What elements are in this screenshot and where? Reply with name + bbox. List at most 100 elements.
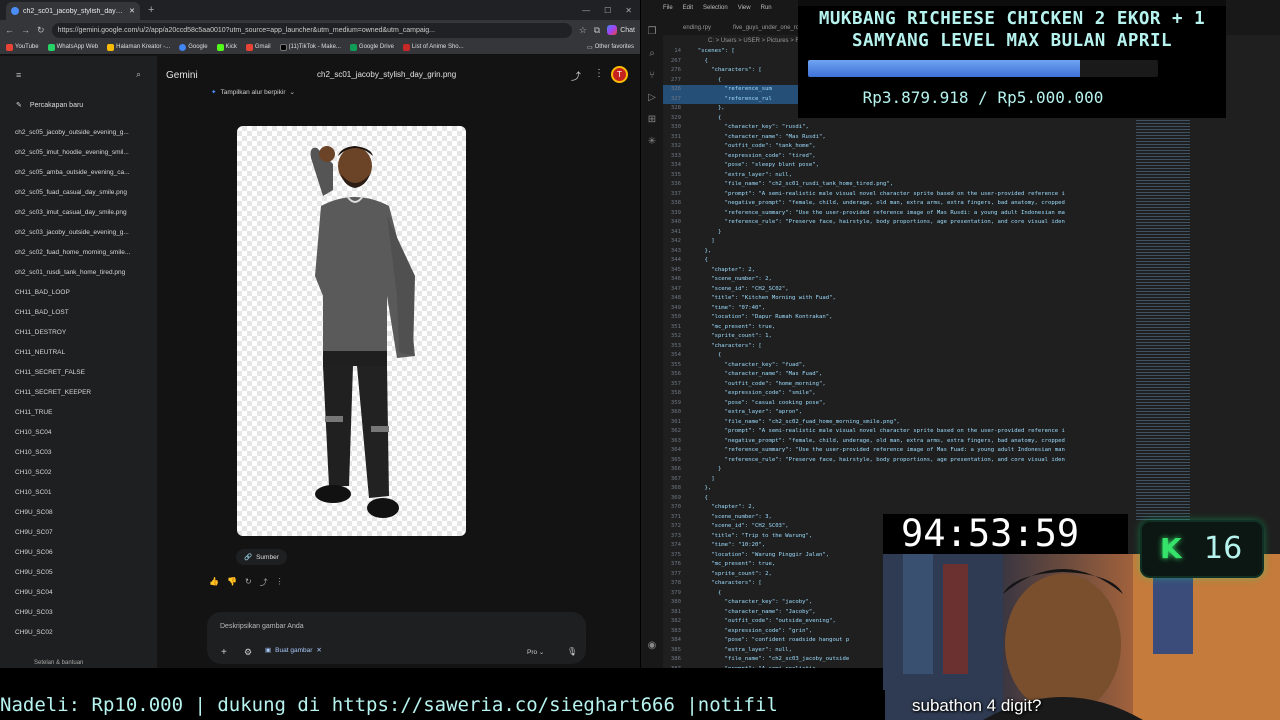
code-line[interactable]: 350 "location": "Dapur Rumah Kontrakan", — [663, 313, 1133, 323]
extensions-icon[interactable]: ⊞ — [646, 114, 658, 126]
code-line[interactable]: 331 "character_name": "Mas Rusdi", — [663, 133, 1133, 143]
code-line[interactable]: 348 "title": "Kitchen Morning with Fuad"… — [663, 294, 1133, 304]
minimize-icon[interactable]: — — [582, 6, 590, 15]
menu-edit[interactable]: Edit — [683, 5, 693, 11]
sidebar-chat-item[interactable]: CH9U_SC08 — [15, 506, 150, 526]
sidebar-chat-item[interactable]: CH9U_SC05 — [15, 566, 150, 586]
source-control-icon[interactable]: ⑂ — [646, 70, 658, 82]
regenerate-icon[interactable]: ↻ — [245, 577, 252, 588]
code-line[interactable]: 345 "chapter": 2, — [663, 266, 1133, 276]
code-line[interactable]: 361 "file_name": "ch2_sc02_fuad_home_mor… — [663, 418, 1133, 428]
sidebar-chat-item[interactable]: CH9U_SC07 — [15, 526, 150, 546]
bookmark-creator[interactable]: Halaman Kreator -... — [107, 43, 170, 51]
chat-button[interactable]: Chat — [607, 25, 635, 35]
remove-chip-icon[interactable]: ✕ — [316, 646, 321, 654]
code-line[interactable]: 364 "reference_summary": "Use the user-p… — [663, 446, 1133, 456]
code-line[interactable]: 338 "negative_prompt": "female, child, u… — [663, 199, 1133, 209]
bookmark-star-icon[interactable]: ☆ — [579, 25, 587, 36]
minimap[interactable] — [1136, 120, 1190, 520]
code-line[interactable]: 357 "outfit_code": "home_morning", — [663, 380, 1133, 390]
sidebar-chat-item[interactable]: CH10_SC04 — [15, 426, 150, 446]
sidebar-chat-item[interactable]: CH11_BAD_LOST — [15, 306, 150, 326]
code-line[interactable]: 351 "mc_present": true, — [663, 323, 1133, 333]
bookmark-drive[interactable]: Google Drive — [349, 43, 394, 51]
bookmark-youtube[interactable]: YouTube — [6, 43, 39, 51]
code-line[interactable]: 333 "expression_code": "tired", — [663, 152, 1133, 162]
new-chat-button[interactable]: ✎ Percakapan baru — [16, 101, 83, 110]
forward-icon[interactable]: → — [21, 25, 30, 35]
code-line[interactable]: 363 "negative_prompt": "female, child, u… — [663, 437, 1133, 447]
bookmark-whatsapp[interactable]: WhatsApp Web — [47, 43, 98, 51]
back-icon[interactable]: ← — [5, 25, 14, 35]
bookmark-gmail[interactable]: Gmail — [245, 43, 271, 51]
explorer-icon[interactable]: ❐ — [646, 26, 658, 38]
code-line[interactable]: 352 "sprite_count": 1, — [663, 332, 1133, 342]
menu-run[interactable]: Run — [761, 5, 772, 11]
url-field[interactable]: https://gemini.google.com/u/2/app/a20ccd… — [51, 22, 572, 38]
code-line[interactable]: 334 "pose": "sleepy blunt pose", — [663, 161, 1133, 171]
code-line[interactable]: 365 "reference_rule": "Preserve face, ha… — [663, 456, 1133, 466]
sidebar-chat-item[interactable]: ch2_sc01_rusdi_tank_home_tired.png — [15, 266, 150, 286]
menu-icon[interactable]: ≡ — [16, 70, 21, 80]
code-line[interactable]: 336 "file_name": "ch2_sc01_rusdi_tank_ho… — [663, 180, 1133, 190]
run-debug-icon[interactable]: ▷ — [646, 92, 658, 104]
bookmark-kick[interactable]: Kick — [216, 43, 237, 51]
bookmark-google[interactable]: Google — [179, 43, 208, 51]
model-selector[interactable]: Pro ⌄ — [527, 648, 544, 656]
sidebar-chat-item[interactable]: ch2_sc05_imut_hoodie_evening_smil... — [15, 146, 150, 166]
settings-help[interactable]: Setelan & bantuan — [34, 660, 83, 666]
sidebar-chat-item[interactable]: CH9U_SC06 — [15, 546, 150, 566]
menu-selection[interactable]: Selection — [703, 5, 728, 11]
extensions-icon[interactable]: ⧉ — [594, 25, 600, 36]
thumbs-down-icon[interactable]: 👎 — [227, 577, 237, 588]
other-favorites[interactable]: ▭ Other favorites — [587, 44, 634, 51]
tools-icon[interactable]: ⚙ — [244, 647, 252, 658]
microphone-icon[interactable]: 🎙 — [567, 647, 577, 656]
sidebar-chat-item[interactable]: ch2_sc03_imut_casual_day_smile.png — [15, 206, 150, 226]
source-chip[interactable]: 🔗 Sumber — [236, 549, 287, 565]
account-icon[interactable]: ◉ — [646, 640, 658, 652]
code-line[interactable]: 344 { — [663, 256, 1133, 266]
sidebar-chat-item[interactable]: ch2_sc05_amba_outside_evening_ca... — [15, 166, 150, 186]
code-line[interactable]: 346 "scene_number": 2, — [663, 275, 1133, 285]
more-options-icon[interactable]: ⋮ — [276, 577, 284, 588]
avatar[interactable]: T — [611, 66, 628, 83]
code-line[interactable]: 356 "character_name": "Mas Fuad", — [663, 370, 1133, 380]
bookmark-tiktok[interactable]: (11)TikTok - Make... — [279, 43, 341, 51]
reload-icon[interactable]: ↻ — [37, 25, 45, 36]
sidebar-chat-item[interactable]: CH11_SECRET_FALSE — [15, 366, 150, 386]
sidebar-chat-item[interactable]: ch2_sc05_fuad_casual_day_smile.png — [15, 186, 150, 206]
code-line[interactable]: 367 ] — [663, 475, 1133, 485]
prompt-input[interactable]: Deskripsikan gambar Anda — [220, 623, 304, 630]
maximize-icon[interactable]: ☐ — [604, 6, 611, 15]
sidebar-chat-item[interactable]: ch2_sc02_fuad_home_morning_smile... — [15, 246, 150, 266]
sidebar-chat-item[interactable]: CH10_SC03 — [15, 446, 150, 466]
share-response-icon[interactable]: ⤴ — [260, 577, 268, 588]
show-thinking-toggle[interactable]: ✦ Tampilkan alur berpikir ⌄ — [211, 88, 295, 97]
generated-image[interactable] — [237, 126, 466, 536]
menu-view[interactable]: View — [738, 5, 751, 11]
sidebar-chat-item[interactable]: CH9U_SC02 — [15, 626, 150, 646]
code-line[interactable]: 341 } — [663, 228, 1133, 238]
more-vert-icon[interactable]: ⋮ — [594, 68, 604, 79]
sidebar-chat-item[interactable]: CH11_SECRET_KEEPER — [15, 386, 150, 406]
menu-file[interactable]: File — [663, 5, 673, 11]
code-line[interactable]: 358 "expression_code": "smile", — [663, 389, 1133, 399]
code-line[interactable]: 368 }, — [663, 484, 1133, 494]
code-line[interactable]: 330 "character_key": "rusdi", — [663, 123, 1133, 133]
code-line[interactable]: 354 { — [663, 351, 1133, 361]
code-line[interactable]: 360 "extra_layer": "apron", — [663, 408, 1133, 418]
search-icon[interactable]: ⌕ — [136, 69, 141, 80]
code-line[interactable]: 342 ] — [663, 237, 1133, 247]
code-line[interactable]: 369 { — [663, 494, 1133, 504]
code-line[interactable]: 347 "scene_id": "CH2_SC02", — [663, 285, 1133, 295]
code-line[interactable]: 339 "reference_summary": "Use the user-p… — [663, 209, 1133, 219]
code-line[interactable]: 340 "reference_rule": "Preserve face, ha… — [663, 218, 1133, 228]
share-icon[interactable]: ⤴ — [571, 68, 581, 83]
code-line[interactable]: 349 "time": "07:40", — [663, 304, 1133, 314]
search-icon[interactable]: ⌕ — [646, 48, 658, 60]
sidebar-chat-item[interactable]: CH9U_SC04 — [15, 586, 150, 606]
close-window-icon[interactable]: ✕ — [625, 6, 632, 15]
gemini-brand[interactable]: Gemini — [166, 70, 198, 81]
gemini-extension-icon[interactable]: ✳ — [646, 136, 658, 148]
